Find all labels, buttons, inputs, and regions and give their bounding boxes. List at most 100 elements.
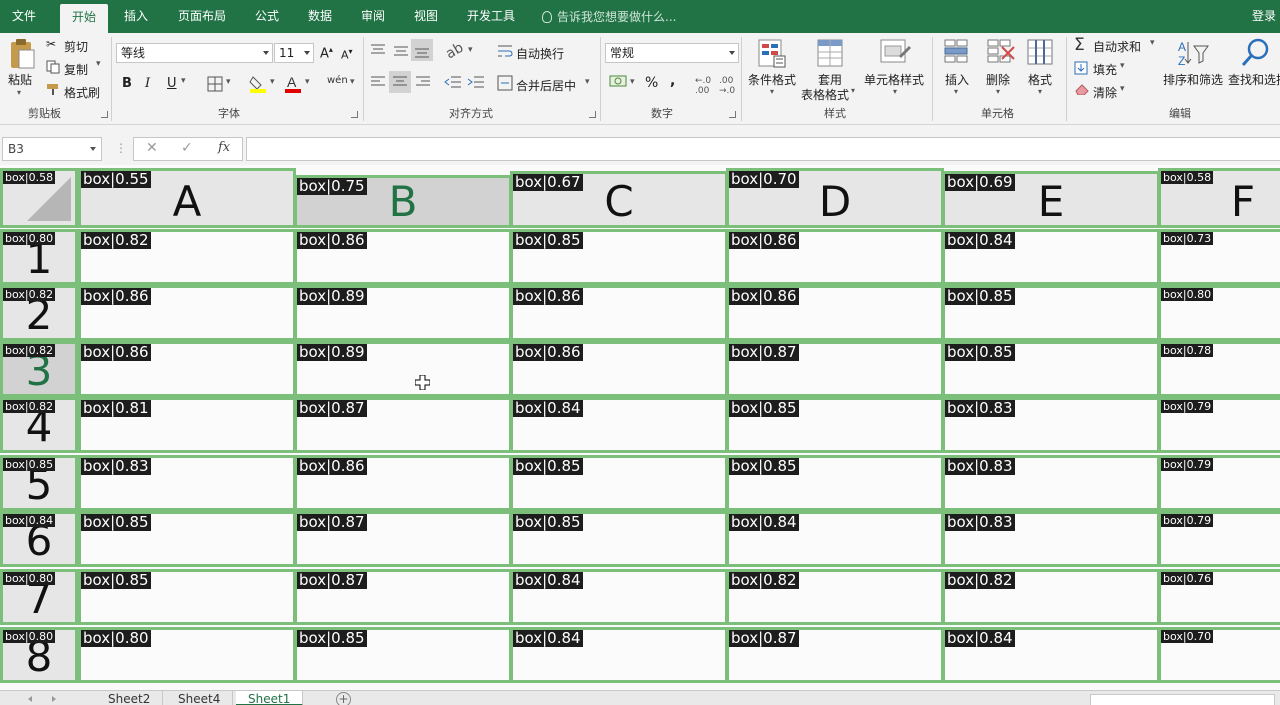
name-box[interactable]: B3 [2,137,102,161]
fill-color-icon[interactable] [249,74,267,94]
cell-f2[interactable]: box|0.80 [1158,285,1280,341]
align-center-button[interactable] [389,71,411,93]
cell-b6[interactable]: box|0.87 [294,511,512,567]
cell-b5[interactable]: box|0.86 [294,455,512,511]
menu-insert[interactable]: 插入 [124,0,148,33]
format-cells-icon[interactable] [1026,38,1056,68]
cell-f1[interactable]: box|0.73 [1158,229,1280,285]
borders-icon[interactable] [207,76,223,92]
column-header-e[interactable]: box|0.69 E [942,171,1160,228]
cell-a3[interactable]: box|0.86 [78,341,296,397]
sheet-tab-sheet1[interactable]: Sheet1 [236,691,304,705]
cell-d6[interactable]: box|0.84 [726,511,944,567]
row-header-6[interactable]: box|0.84 6 [0,511,78,567]
cancel-icon[interactable]: ✕ [146,140,158,156]
comma-button[interactable]: , [670,73,675,89]
fill-color-dropdown-icon[interactable]: ▾ [270,77,275,87]
row-header-8[interactable]: box|0.80 8 [0,627,78,683]
horizontal-scrollbar[interactable] [1090,694,1275,705]
menu-developer[interactable]: 开发工具 [467,0,515,33]
cell-f3[interactable]: box|0.78 [1158,341,1280,397]
format-painter-button[interactable]: 格式刷 [64,84,100,101]
increase-indent-icon[interactable] [467,75,485,89]
cell-d8[interactable]: box|0.87 [726,627,944,683]
insert-cells-icon[interactable] [943,38,971,68]
clipboard-launcher-icon[interactable] [101,111,108,118]
copy-icon[interactable] [46,60,60,74]
percent-button[interactable]: % [645,75,658,91]
enter-icon[interactable]: ✓ [181,140,193,156]
currency-dropdown-icon[interactable]: ▾ [630,77,635,87]
insert-dropdown-icon[interactable]: ▾ [954,87,958,96]
increase-decimal-icon[interactable]: ←.0.00 [695,76,711,96]
decrease-indent-icon[interactable] [444,75,462,89]
cell-a2[interactable]: box|0.86 [78,285,296,341]
cell-b4[interactable]: box|0.87 [294,397,512,453]
more-icon[interactable]: ⋮ [115,141,127,155]
format-painter-icon[interactable] [46,82,62,96]
cell-c3[interactable]: box|0.86 [510,341,728,397]
clear-button[interactable]: 清除 [1093,84,1117,101]
cell-e2[interactable]: box|0.85 [942,285,1160,341]
underline-button[interactable]: U [167,76,177,91]
column-header-b[interactable]: box|0.75 B [294,175,512,228]
menu-page-layout[interactable]: 页面布局 [178,0,226,33]
cell-a4[interactable]: box|0.81 [78,397,296,453]
cell-c1[interactable]: box|0.85 [510,229,728,285]
row-header-4[interactable]: box|0.82 4 [0,397,78,453]
cell-b2[interactable]: box|0.89 [294,285,512,341]
find-select-icon[interactable] [1240,36,1272,68]
column-header-d[interactable]: box|0.70 D [726,168,944,228]
merge-center-icon[interactable] [497,75,513,91]
cell-f6[interactable]: box|0.79 [1158,511,1280,567]
wrap-text-button[interactable]: 自动换行 [516,45,564,62]
cell-e1[interactable]: box|0.84 [942,229,1160,285]
conditional-dropdown-icon[interactable]: ▾ [770,87,774,96]
number-launcher-icon[interactable] [729,111,736,118]
font-color-icon[interactable]: A [284,74,302,94]
italic-button[interactable]: I [145,76,150,91]
cell-f7[interactable]: box|0.76 [1158,569,1280,625]
cell-a1[interactable]: box|0.82 [78,229,296,285]
cell-f8[interactable]: box|0.70 [1158,627,1280,683]
paste-dropdown-icon[interactable]: ▾ [17,88,21,97]
borders-dropdown-icon[interactable]: ▾ [226,77,231,87]
cell-d2[interactable]: box|0.86 [726,285,944,341]
column-header-a[interactable]: box|0.55 A [78,168,296,228]
cell-e6[interactable]: box|0.83 [942,511,1160,567]
delete-cells-button[interactable]: 删除 [986,71,1010,88]
increase-font-icon[interactable]: A▴ [320,45,333,61]
insert-function-icon[interactable]: fx [218,140,230,155]
menu-file[interactable]: 文件 [12,0,36,33]
cell-d4[interactable]: box|0.85 [726,397,944,453]
cell-e4[interactable]: box|0.83 [942,397,1160,453]
cell-b1[interactable]: box|0.86 [294,229,512,285]
cell-a7[interactable]: box|0.85 [78,569,296,625]
cell-c4[interactable]: box|0.84 [510,397,728,453]
bold-button[interactable]: B [122,76,132,91]
cell-d1[interactable]: box|0.86 [726,229,944,285]
delete-dropdown-icon[interactable]: ▾ [996,87,1000,96]
select-all-corner[interactable]: box|0.58 [0,168,78,228]
copy-dropdown-icon[interactable]: ▾ [96,59,101,69]
row-header-5[interactable]: box|0.85 5 [0,455,78,511]
cell-styles-dropdown-icon[interactable]: ▾ [893,87,897,96]
cell-d3[interactable]: box|0.87 [726,341,944,397]
autosum-button[interactable]: 自动求和 [1093,38,1141,55]
format-cells-button[interactable]: 格式 [1028,71,1052,88]
formula-input[interactable] [246,137,1280,161]
cell-c8[interactable]: box|0.84 [510,627,728,683]
menu-home[interactable]: 开始 [60,4,109,33]
cell-c6[interactable]: box|0.85 [510,511,728,567]
cell-e8[interactable]: box|0.84 [942,627,1160,683]
align-middle-icon[interactable] [393,43,409,57]
phonetic-button[interactable]: wén [327,75,348,86]
menu-data[interactable]: 数据 [308,0,332,33]
column-header-f[interactable]: box|0.58 F [1158,168,1280,228]
fill-button[interactable]: 填充 [1093,61,1117,78]
menu-formulas[interactable]: 公式 [255,0,279,33]
autosum-icon[interactable]: Σ [1074,35,1085,55]
format-as-table-label-2[interactable]: 表格格式 [801,86,849,103]
align-top-icon[interactable] [370,43,386,57]
merge-center-button[interactable]: 合并后居中 [516,77,576,94]
